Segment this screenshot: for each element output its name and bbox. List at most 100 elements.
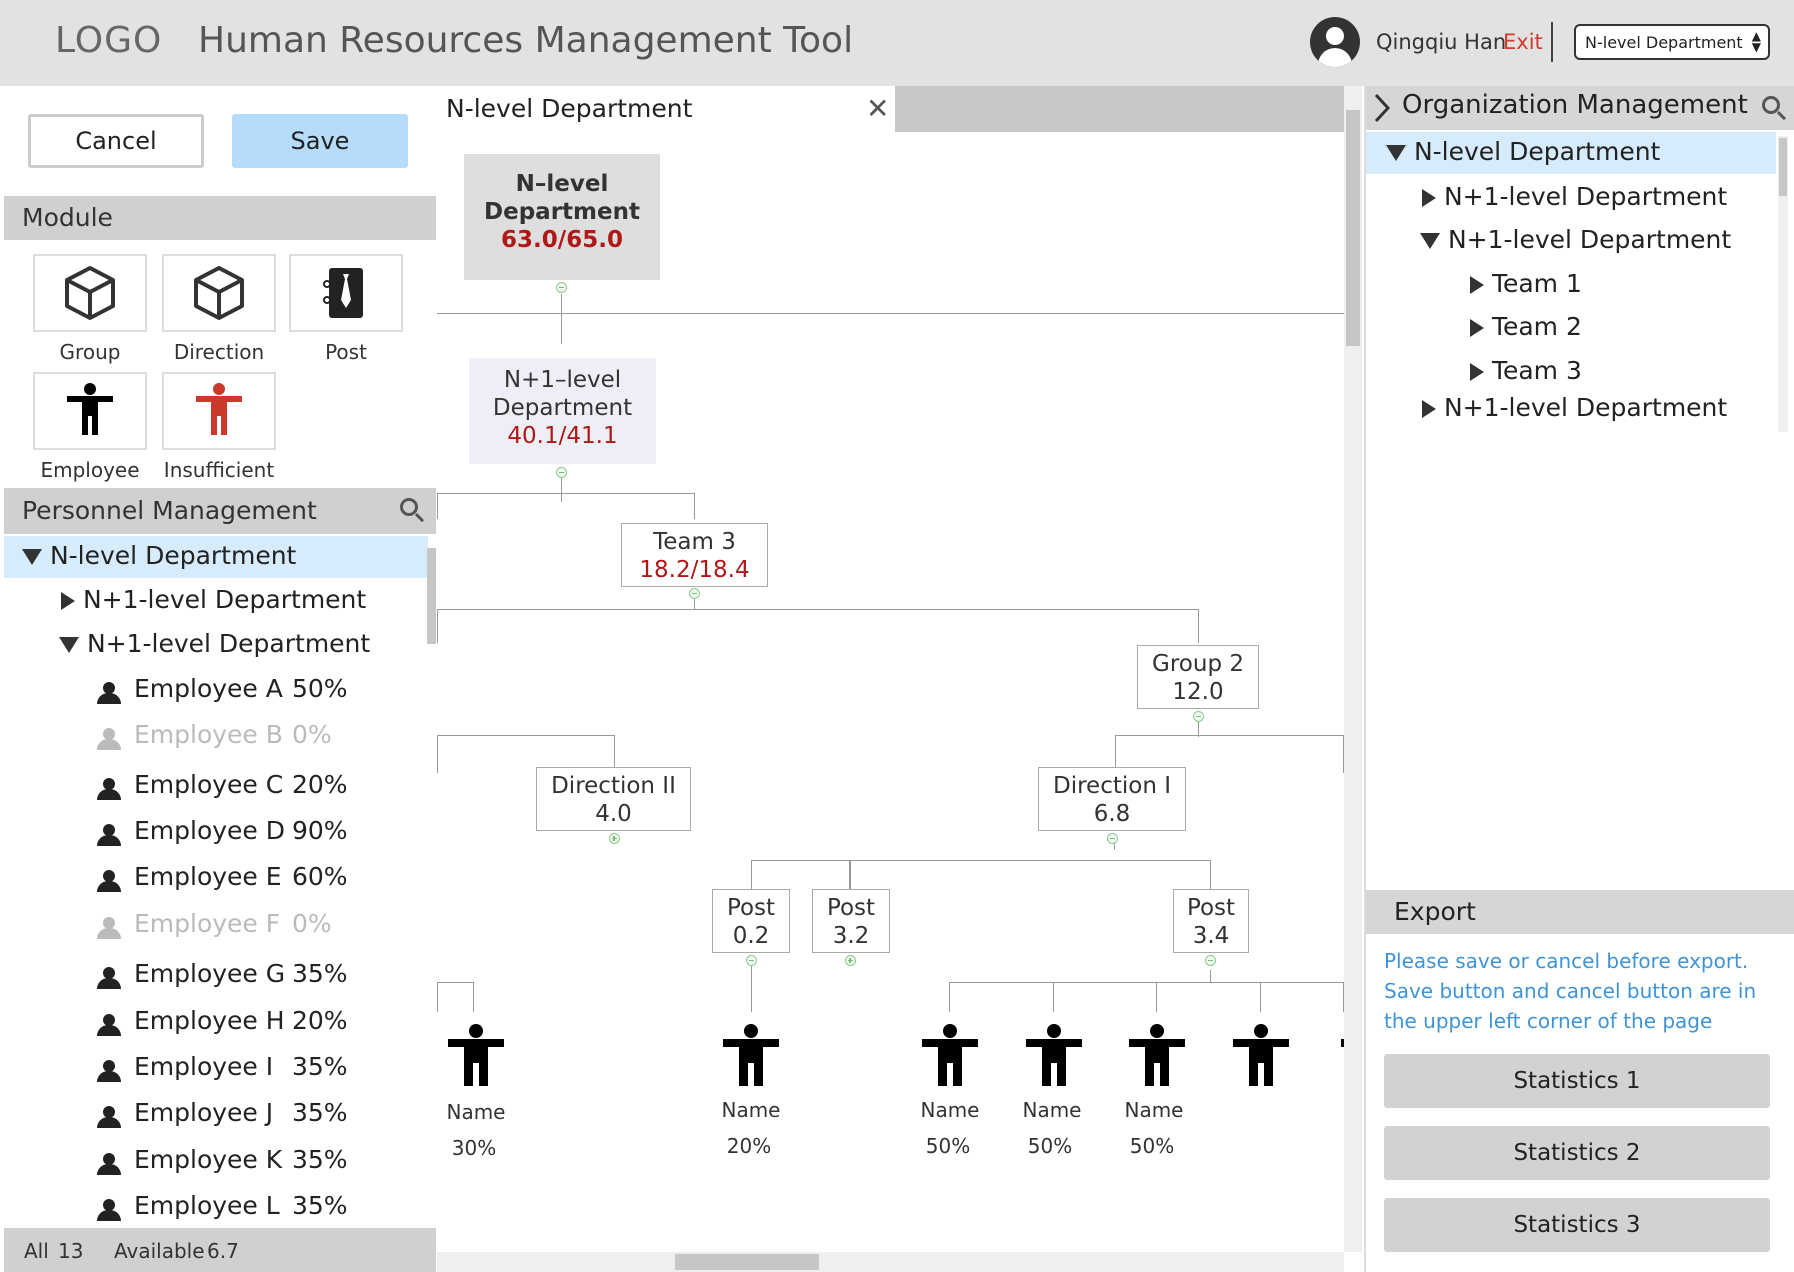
employee-row[interactable]: Employee E 60% (96, 862, 348, 892)
org-tree-item-n1-a[interactable]: N+1-level Department (1422, 182, 1727, 211)
app-title: Human Resources Management Tool (198, 20, 854, 61)
employee-figure-icon[interactable] (1026, 1024, 1082, 1086)
save-button[interactable]: Save (232, 114, 408, 168)
employee-row[interactable]: Employee H 20% (96, 1006, 348, 1036)
node-label: Group 2 (1152, 651, 1244, 677)
department-select[interactable]: N-level Department ▲ ▼ (1574, 24, 1770, 60)
connector-line (1210, 970, 1211, 982)
node-value: 40.1/41.1 (507, 423, 618, 449)
canvas-vertical-scroll-thumb[interactable] (1346, 110, 1360, 346)
org-node-post-b[interactable]: Post 3.2 (812, 889, 890, 953)
org-node-post-c[interactable]: Post 3.4 (1173, 889, 1249, 953)
module-post[interactable] (289, 254, 403, 332)
cancel-button[interactable]: Cancel (28, 114, 204, 168)
org-node-team3[interactable]: Team 3 18.2/18.4 (621, 523, 768, 587)
tree-item-n1-b[interactable]: N+1-level Department (59, 629, 370, 658)
statistics-1-button[interactable]: Statistics 1 (1384, 1054, 1770, 1108)
module-direction[interactable] (162, 254, 276, 332)
person-percent: 20% (726, 1134, 772, 1158)
search-icon[interactable] (1762, 96, 1788, 122)
org-chart-canvas[interactable]: N–level Department 63.0/65.0 N+1–level D… (437, 132, 1344, 1252)
org-tree-item-label: N+1-level Department (1443, 393, 1728, 422)
employee-percent: 50% (292, 674, 348, 703)
employee-row[interactable]: Employee J 35% (96, 1098, 348, 1128)
employee-figure-icon[interactable] (1129, 1024, 1185, 1086)
node-value: 3.2 (832, 923, 870, 949)
chevron-right-icon[interactable] (1372, 92, 1392, 124)
canvas-horizontal-scrollbar[interactable] (437, 1252, 1344, 1272)
employee-row[interactable]: Employee I 35% (96, 1052, 348, 1082)
org-tree-item-team2[interactable]: Team 2 (1470, 312, 1582, 341)
org-node-n-level[interactable]: N–level Department 63.0/65.0 (464, 154, 660, 280)
collapse-node-icon[interactable] (1107, 833, 1118, 844)
org-tree-item-label: Team 1 (1491, 269, 1582, 298)
node-value: 63.0/65.0 (501, 227, 623, 253)
tab-title: N-level Department (446, 94, 693, 123)
org-tree-item-n-level[interactable]: N-level Department (1386, 137, 1660, 166)
left-tree-scrollbar[interactable] (427, 548, 436, 644)
org-tree-item-n1-c[interactable]: N+1-level Department (1422, 393, 1727, 422)
employee-name: Employee K (134, 1145, 283, 1174)
employee-row[interactable]: Employee C 20% (96, 770, 348, 800)
employee-percent: 35% (292, 1052, 348, 1081)
employee-figure-icon[interactable] (922, 1024, 978, 1086)
person-name: Name (1124, 1098, 1184, 1122)
search-icon[interactable] (400, 498, 426, 524)
employee-figure-icon[interactable] (1233, 1024, 1289, 1086)
connector-line (949, 982, 1344, 1012)
org-node-n1-level[interactable]: N+1–level Department 40.1/41.1 (469, 358, 656, 464)
org-node-group2[interactable]: Group 2 12.0 (1137, 645, 1259, 709)
exit-link[interactable]: Exit (1503, 30, 1543, 54)
person-icon (96, 1060, 122, 1082)
employee-row[interactable]: Employee L 35% (96, 1191, 348, 1221)
user-avatar-icon[interactable] (1310, 17, 1360, 67)
collapse-node-icon[interactable] (746, 955, 757, 966)
close-icon[interactable]: ✕ (866, 92, 889, 125)
employee-row[interactable]: Employee D 90% (96, 816, 348, 846)
collapse-node-icon[interactable] (556, 467, 567, 478)
expand-node-icon[interactable] (845, 955, 856, 966)
org-tree-scroll-thumb[interactable] (1779, 138, 1787, 196)
org-tree-item-team1[interactable]: Team 1 (1470, 269, 1582, 298)
tree-item-n1-a[interactable]: N+1-level Department (61, 585, 366, 614)
statistics-2-button[interactable]: Statistics 2 (1384, 1126, 1770, 1180)
org-tree-item-n1-b[interactable]: N+1-level Department (1420, 225, 1731, 254)
connector-line (561, 294, 562, 344)
tree-item-label: N+1-level Department (82, 585, 367, 614)
node-value: 3.4 (1192, 923, 1230, 949)
statistics-3-button[interactable]: Statistics 3 (1384, 1198, 1770, 1252)
collapse-node-icon[interactable] (1193, 711, 1204, 722)
employee-figure-icon[interactable] (723, 1024, 779, 1086)
module-insufficient[interactable] (162, 372, 276, 450)
canvas-horizontal-scroll-thumb[interactable] (675, 1254, 819, 1270)
employee-row[interactable]: Employee A 50% (96, 674, 348, 704)
node-value: 0.2 (732, 923, 770, 949)
module-label-insufficient: Insufficient (163, 458, 275, 482)
org-node-direction-ii[interactable]: Direction II 4.0 (536, 767, 691, 831)
person-name: Name (1022, 1098, 1082, 1122)
employee-percent: 35% (292, 1145, 348, 1174)
employee-row[interactable]: Employee K 35% (96, 1145, 348, 1175)
org-node-direction-i[interactable]: Direction I 6.8 (1038, 767, 1186, 831)
expand-node-icon[interactable] (609, 833, 620, 844)
collapse-node-icon[interactable] (556, 282, 567, 293)
collapsed-triangle-icon (1422, 189, 1436, 207)
connector-line (1053, 982, 1054, 1012)
employee-row[interactable]: Employee G 35% (96, 959, 348, 989)
module-employee[interactable] (33, 372, 147, 450)
node-line2: Department (484, 199, 640, 225)
employee-name: Employee H (134, 1006, 285, 1035)
employee-row[interactable]: Employee F 0% (96, 909, 332, 939)
employee-row[interactable]: Employee B 0% (96, 720, 332, 750)
tree-item-n-level[interactable]: N-level Department (22, 541, 296, 570)
org-tree-item-team3[interactable]: Team 3 (1470, 356, 1582, 385)
available-label: Available (114, 1239, 205, 1263)
expanded-triangle-icon (22, 549, 42, 565)
collapse-node-icon[interactable] (689, 588, 700, 599)
collapse-node-icon[interactable] (1205, 955, 1216, 966)
org-node-post-a[interactable]: Post 0.2 (712, 889, 790, 953)
module-group[interactable] (33, 254, 147, 332)
employee-figure-icon[interactable] (448, 1024, 504, 1086)
employee-percent: 20% (292, 770, 348, 799)
connector-line (751, 962, 752, 1012)
